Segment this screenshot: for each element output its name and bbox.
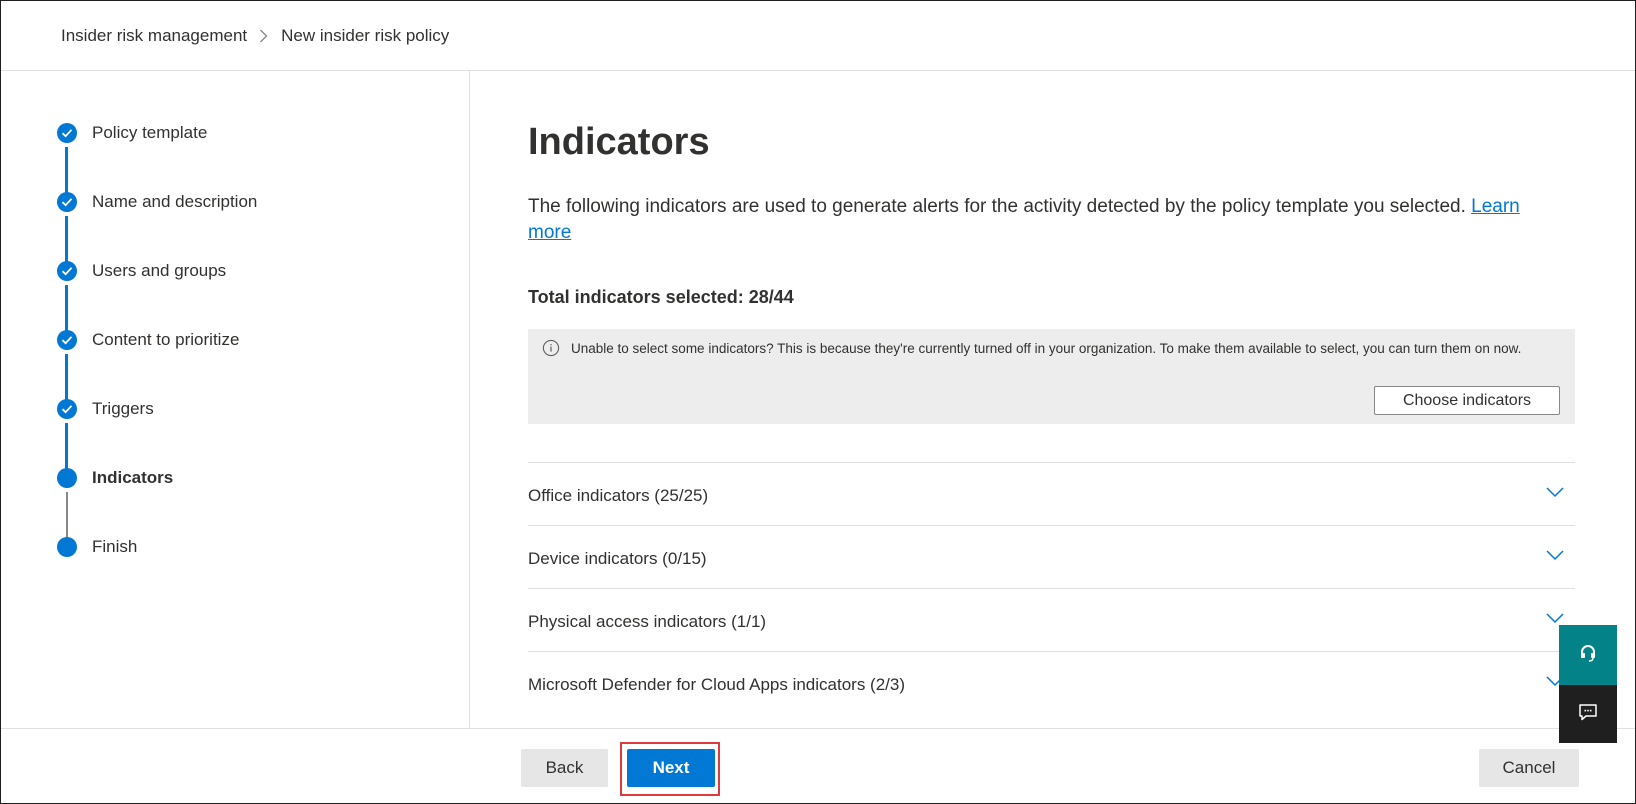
indicator-sections: Office indicators (25/25) Device indicat…	[528, 462, 1575, 714]
checkmark-icon	[57, 261, 77, 281]
step-connector	[65, 216, 68, 266]
next-button[interactable]: Next	[627, 749, 715, 787]
accordion-physical-access-indicators[interactable]: Physical access indicators (1/1)	[528, 588, 1575, 651]
accordion-cloud-apps-indicators[interactable]: Microsoft Defender for Cloud Apps indica…	[528, 651, 1575, 714]
checkmark-icon	[57, 399, 77, 419]
wizard-stepper: Policy template Name and description Use…	[1, 71, 470, 728]
wizard-window: Insider risk management New insider risk…	[0, 0, 1636, 804]
step-label: Policy template	[92, 123, 208, 142]
step-connector	[65, 285, 68, 335]
step-label: Indicators	[92, 468, 174, 487]
step-label: Finish	[92, 537, 138, 556]
chevron-down-icon[interactable]	[1545, 485, 1565, 499]
info-icon	[542, 339, 560, 357]
breadcrumb-item-new-policy: New insider risk policy	[281, 26, 450, 45]
current-step-dot-icon	[57, 468, 77, 488]
main-content: Indicators The following indicators are …	[528, 71, 1578, 728]
accordion-label: Physical access indicators (1/1)	[528, 612, 767, 631]
info-message-text: Unable to select some indicators? This i…	[571, 341, 1522, 356]
checkmark-icon	[57, 192, 77, 212]
help-widget-button[interactable]	[1559, 625, 1617, 685]
step-policy-template[interactable]: Policy template	[57, 123, 207, 143]
accordion-office-indicators[interactable]: Office indicators (25/25)	[528, 462, 1575, 525]
chat-bubble-icon	[1578, 703, 1598, 726]
description-text: The following indicators are used to gen…	[528, 196, 1466, 217]
step-indicators[interactable]: Indicators	[57, 468, 173, 488]
cancel-button[interactable]: Cancel	[1479, 749, 1579, 787]
step-label: Content to prioritize	[92, 330, 240, 349]
chevron-down-icon[interactable]	[1545, 548, 1565, 562]
step-label: Users and groups	[92, 261, 227, 280]
header-bar: Insider risk management New insider risk…	[1, 1, 1635, 71]
breadcrumb: Insider risk management New insider risk…	[61, 26, 449, 46]
back-button[interactable]: Back	[521, 749, 608, 787]
step-content-to-prioritize[interactable]: Content to prioritize	[57, 330, 239, 350]
step-connector	[66, 492, 68, 542]
choose-indicators-button[interactable]: Choose indicators	[1374, 386, 1560, 415]
breadcrumb-item-insider-risk-management[interactable]: Insider risk management	[61, 26, 247, 46]
checkmark-icon	[57, 123, 77, 143]
footer-bar: Back Next Cancel	[1, 728, 1635, 803]
step-label: Triggers	[92, 399, 154, 418]
step-finish[interactable]: Finish	[57, 537, 137, 557]
headset-icon	[1578, 643, 1598, 668]
step-dot-icon	[57, 537, 77, 557]
page-description: The following indicators are used to gen…	[528, 194, 1568, 246]
page-title: Indicators	[528, 121, 710, 163]
feedback-widget-button[interactable]	[1559, 685, 1617, 743]
checkmark-icon	[57, 330, 77, 350]
step-triggers[interactable]: Triggers	[57, 399, 154, 419]
accordion-label: Microsoft Defender for Cloud Apps indica…	[528, 675, 906, 694]
step-connector	[65, 147, 68, 197]
step-name-and-description[interactable]: Name and description	[57, 192, 257, 212]
info-message-bar: Unable to select some indicators? This i…	[528, 329, 1575, 424]
total-indicators-selected: Total indicators selected: 28/44	[528, 287, 794, 307]
chevron-right-icon	[259, 29, 268, 43]
step-connector	[65, 354, 68, 404]
step-label: Name and description	[92, 192, 258, 211]
step-connector	[65, 423, 68, 473]
chevron-down-icon[interactable]	[1545, 611, 1565, 625]
accordion-label: Device indicators (0/15)	[528, 549, 707, 568]
step-users-and-groups[interactable]: Users and groups	[57, 261, 226, 281]
accordion-label: Office indicators (25/25)	[528, 486, 709, 505]
accordion-device-indicators[interactable]: Device indicators (0/15)	[528, 525, 1575, 588]
